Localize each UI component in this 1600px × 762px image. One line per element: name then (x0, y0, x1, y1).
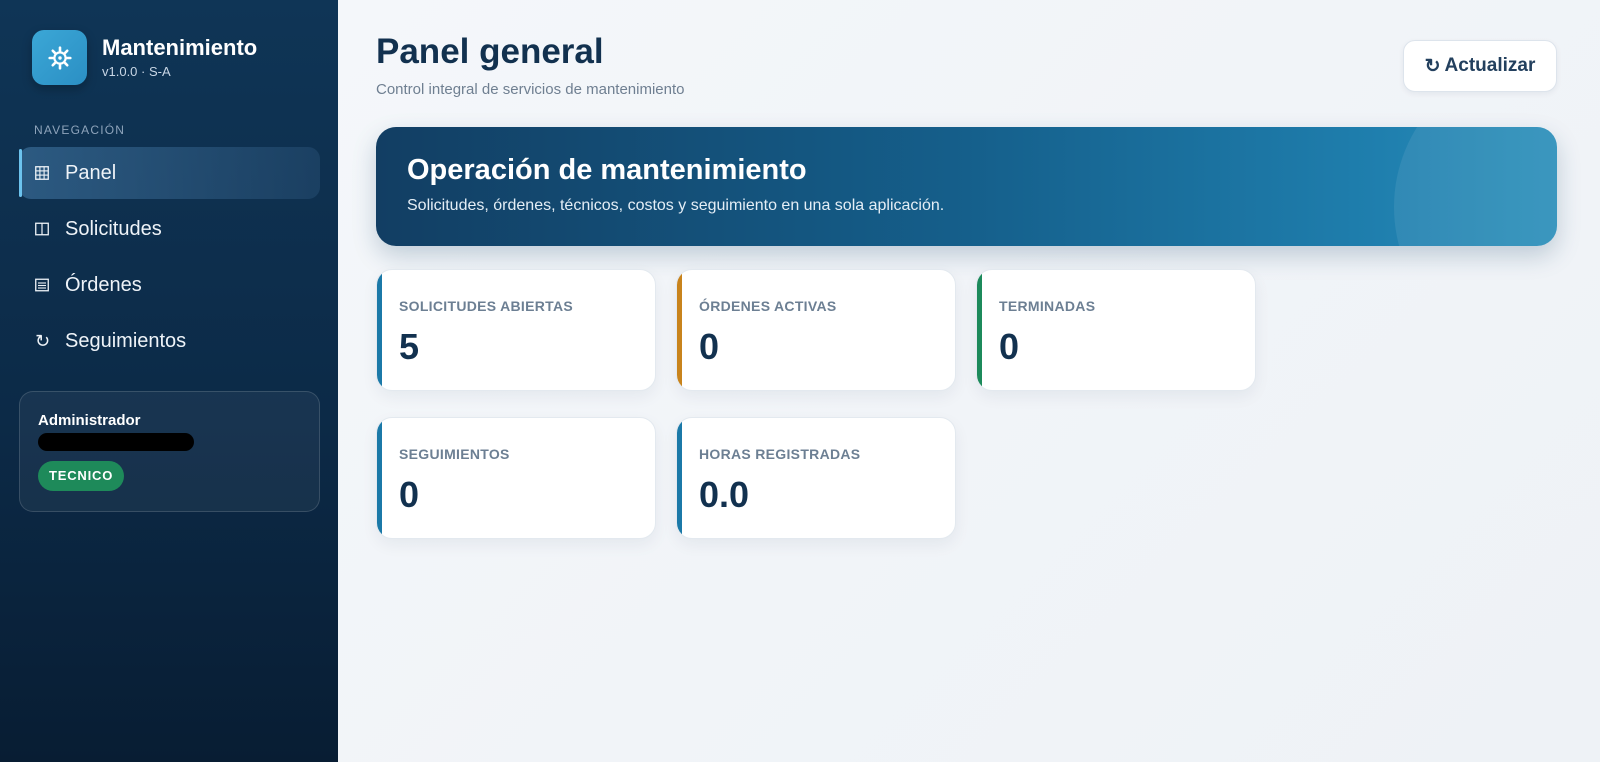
stat-card-terminadas: TERMINADAS 0 (976, 269, 1256, 391)
stat-accent (677, 270, 682, 390)
gear-icon (32, 30, 87, 85)
stat-card-ordenes-activas: ÓRDENES ACTIVAS 0 (676, 269, 956, 391)
refresh-button[interactable]: ↻ Actualizar (1403, 40, 1557, 92)
nav-heading: NAVEGACIÓN (34, 123, 126, 137)
page-subtitle: Control integral de servicios de manteni… (376, 81, 685, 98)
sidebar-item-label: Órdenes (65, 273, 142, 296)
sidebar-nav: Panel Solicitudes Órdenes ↻ Seguimientos (19, 147, 320, 371)
banner-text: Solicitudes, órdenes, técnicos, costos y… (407, 197, 945, 214)
sidebar-item-label: Solicitudes (65, 217, 162, 240)
sidebar-item-label: Seguimientos (65, 329, 187, 352)
grid-icon (35, 166, 63, 180)
user-card: Administrador TECNICO (19, 391, 320, 512)
hero-banner: Operación de mantenimiento Solicitudes, … (376, 127, 1557, 246)
refresh-icon: ↻ (35, 330, 51, 351)
stat-card-solicitudes-abiertas: SOLICITUDES ABIERTAS 5 (376, 269, 656, 391)
app-window: Mantenimiento v1.0.0 · S-A NAVEGACIÓN Pa… (0, 0, 1600, 762)
stat-value: 0.0 (699, 474, 750, 515)
stat-accent (377, 418, 382, 538)
stat-value: 0 (699, 326, 720, 367)
stat-accent (977, 270, 982, 390)
stat-value: 0 (999, 326, 1020, 367)
refresh-button-label: Actualizar (1444, 55, 1536, 76)
stat-label: SOLICITUDES ABIERTAS (399, 298, 574, 314)
stat-accent (677, 418, 682, 538)
stat-value: 0 (399, 474, 420, 515)
sidebar-item-solicitudes[interactable]: Solicitudes (19, 203, 320, 255)
list-icon (35, 278, 63, 292)
stat-label: ÓRDENES ACTIVAS (699, 298, 837, 314)
redacted-user-name (38, 433, 194, 451)
user-role: Administrador (38, 412, 141, 429)
stat-card-horas-registradas: HORAS REGISTRADAS 0.0 (676, 417, 956, 539)
sidebar-item-ordenes[interactable]: Órdenes (19, 259, 320, 311)
refresh-icon: ↻ (1424, 55, 1441, 77)
brand-version: v1.0.0 · S-A (102, 63, 171, 79)
banner-title: Operación de mantenimiento (407, 154, 807, 186)
stat-label: TERMINADAS (999, 298, 1096, 314)
main-content: Panel general Control integral de servic… (338, 0, 1600, 762)
page-title: Panel general (376, 32, 604, 71)
sidebar-item-seguimientos[interactable]: ↻ Seguimientos (19, 315, 320, 367)
stat-label: SEGUIMIENTOS (399, 446, 510, 462)
brand-name: Mantenimiento (102, 34, 258, 60)
stat-label: HORAS REGISTRADAS (699, 446, 861, 462)
stat-value: 5 (399, 326, 420, 367)
status-badge: TECNICO (38, 461, 125, 491)
book-icon (35, 222, 63, 236)
stat-card-seguimientos: SEGUIMIENTOS 0 (376, 417, 656, 539)
sidebar: Mantenimiento v1.0.0 · S-A NAVEGACIÓN Pa… (0, 0, 338, 762)
sidebar-item-label: Panel (65, 161, 117, 184)
stat-accent (377, 270, 382, 390)
sidebar-item-panel[interactable]: Panel (19, 147, 320, 199)
brand: Mantenimiento v1.0.0 · S-A (32, 30, 257, 85)
